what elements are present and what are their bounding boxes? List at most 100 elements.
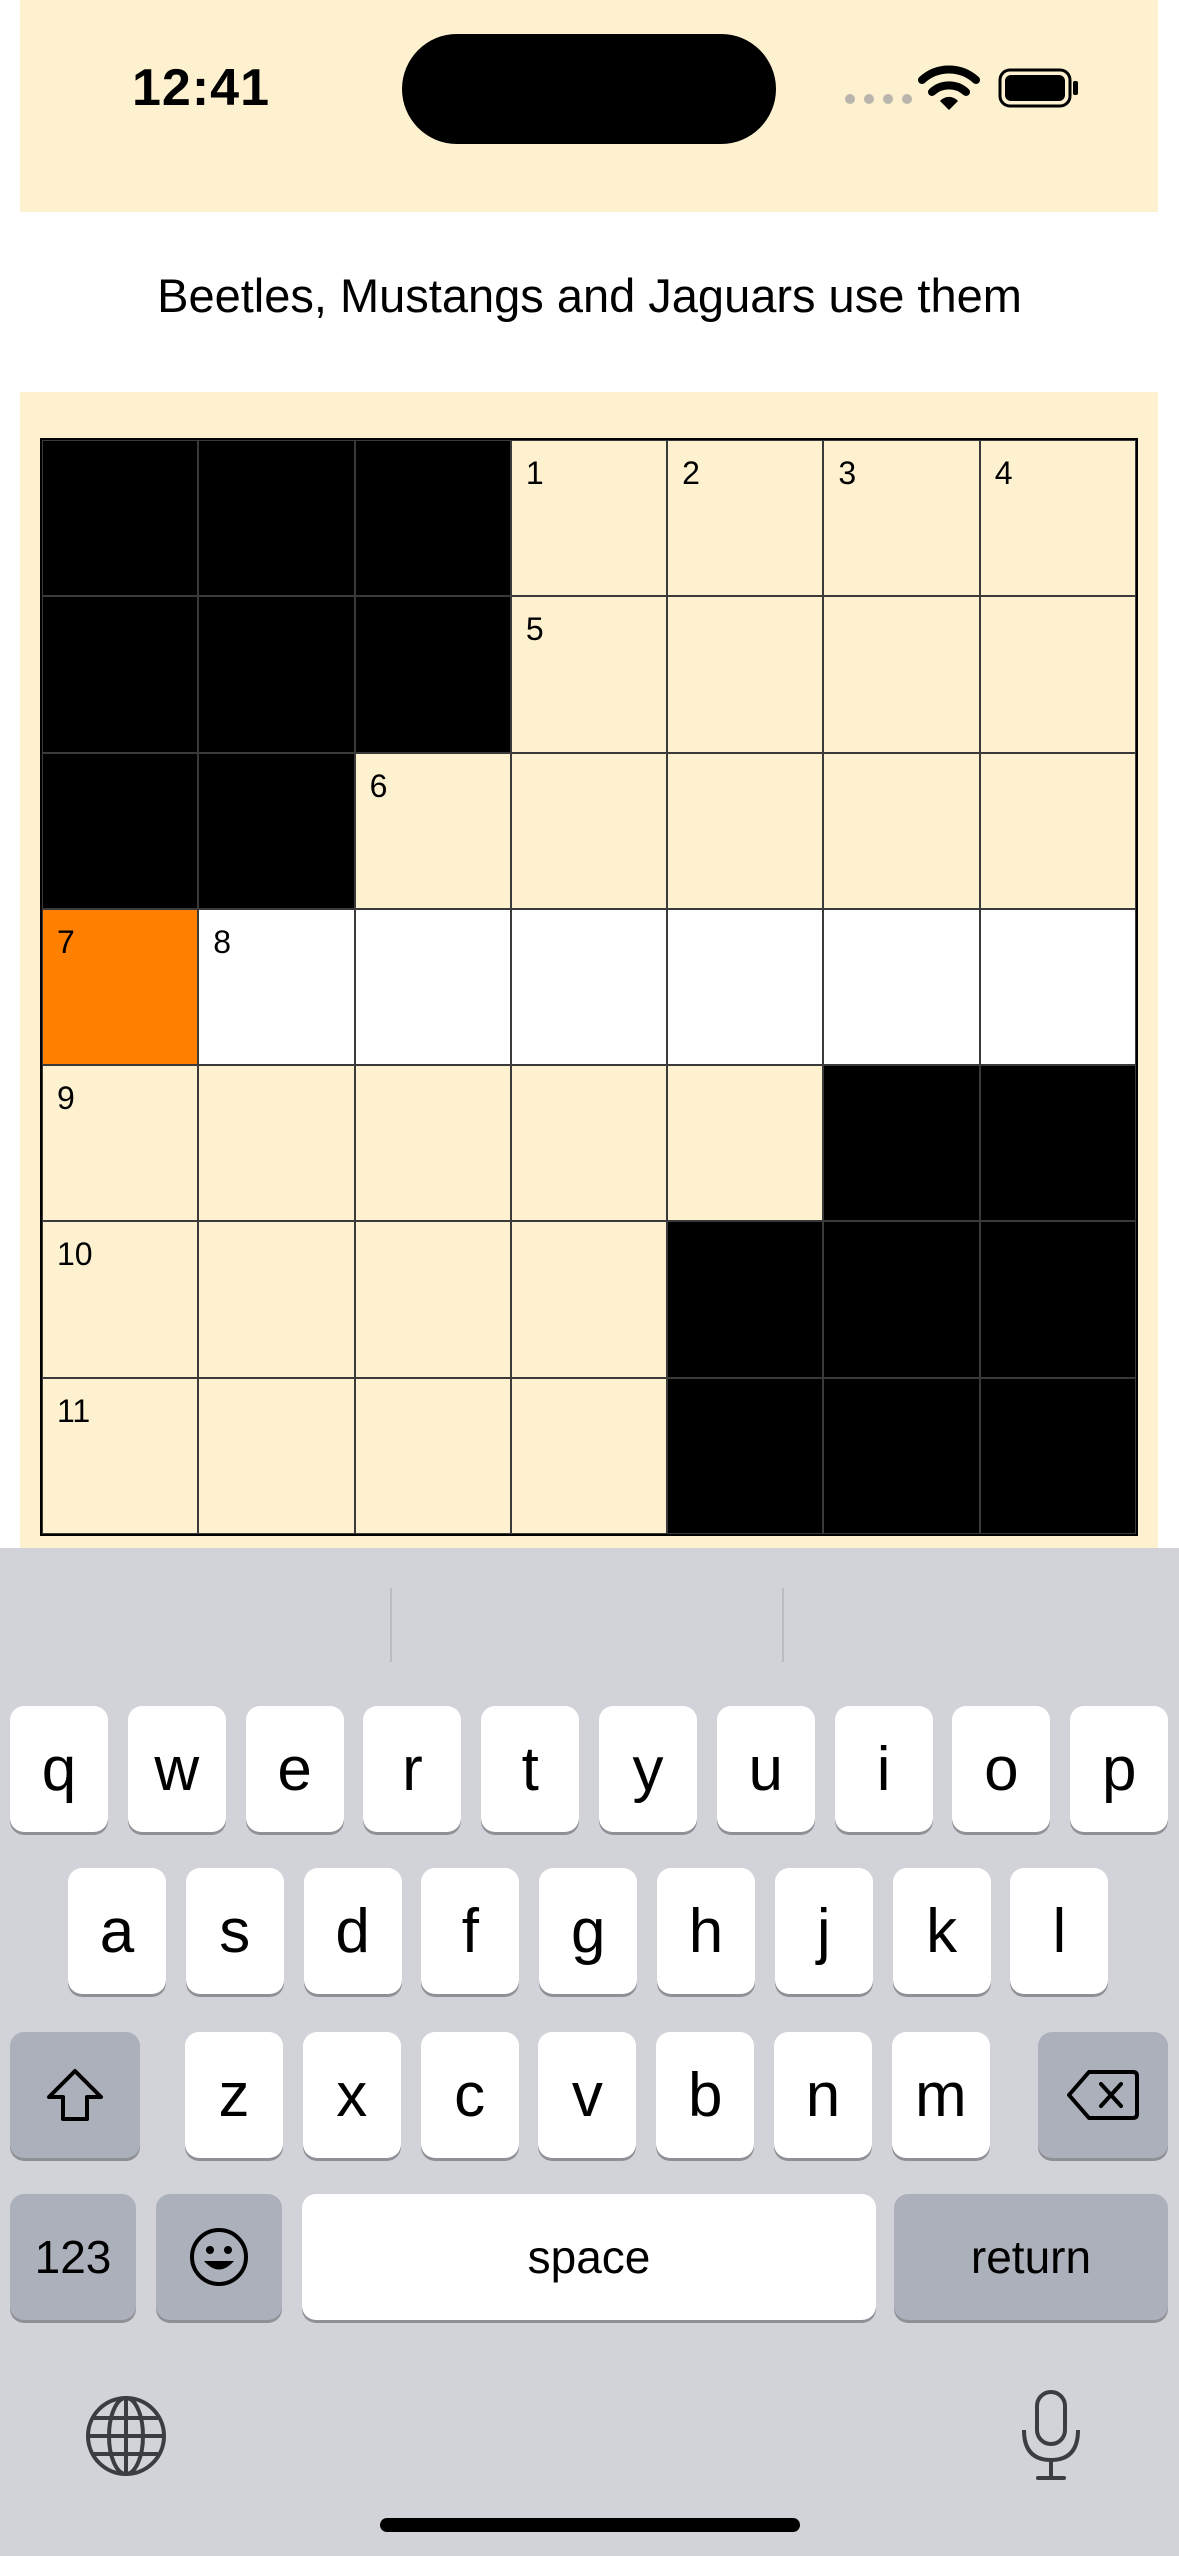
key-l[interactable]: l (1010, 1868, 1109, 1994)
emoji-icon (190, 2228, 248, 2286)
key-q[interactable]: q (10, 1706, 108, 1832)
key-u[interactable]: u (716, 1706, 815, 1832)
grid-block (198, 752, 355, 909)
key-j[interactable]: j (774, 1868, 873, 1994)
grid-cell[interactable] (667, 752, 824, 909)
grid-cell[interactable] (510, 752, 668, 909)
key-c[interactable]: c (420, 2032, 519, 2158)
grid-cell[interactable]: 4 (979, 440, 1136, 597)
grid-cell[interactable] (979, 908, 1136, 1066)
signal-dots-icon (845, 94, 912, 104)
grid-cell-selected[interactable]: 7 (42, 908, 199, 1066)
grid-block (42, 752, 199, 909)
grid-cell[interactable]: 6 (354, 752, 511, 909)
grid-block (354, 596, 511, 753)
grid-cell[interactable]: 8 (198, 908, 355, 1066)
grid-cell[interactable] (667, 596, 824, 753)
grid-block (979, 1065, 1136, 1222)
grid-cell[interactable] (354, 908, 511, 1066)
grid-cell[interactable] (823, 752, 980, 909)
clue-number: 2 (682, 455, 700, 491)
key-e[interactable]: e (245, 1706, 344, 1832)
grid-cell[interactable] (198, 1221, 355, 1378)
grid-cell[interactable]: 9 (42, 1065, 199, 1222)
delete-key[interactable] (1038, 2032, 1168, 2158)
dynamic-island (402, 34, 776, 144)
key-g[interactable]: g (539, 1868, 638, 1994)
battery-icon (998, 68, 1078, 108)
grid-cell[interactable]: 2 (667, 440, 824, 597)
grid-cell[interactable] (979, 596, 1136, 753)
return-key[interactable]: return (894, 2194, 1168, 2320)
key-f[interactable]: f (421, 1868, 520, 1994)
grid-block (354, 440, 511, 597)
clue-number: 6 (369, 767, 388, 804)
clue-number: 3 (838, 455, 857, 491)
grid-block (667, 1377, 824, 1534)
key-t[interactable]: t (481, 1706, 580, 1832)
key-n[interactable]: n (774, 2032, 872, 2158)
key-i[interactable]: i (834, 1706, 933, 1832)
grid-cell[interactable]: 5 (510, 596, 668, 753)
grid-cell[interactable] (979, 752, 1136, 909)
grid-block (823, 1221, 980, 1378)
grid-block (198, 596, 355, 753)
key-w[interactable]: w (127, 1706, 226, 1832)
key-r[interactable]: r (363, 1706, 462, 1832)
grid-block (667, 1221, 824, 1378)
grid-cell[interactable]: 10 (42, 1221, 199, 1378)
grid-cell[interactable] (823, 596, 980, 753)
clue-number: 10 (57, 1236, 93, 1273)
clue-number: 7 (57, 923, 75, 960)
mic-icon[interactable] (1018, 2388, 1084, 2484)
grid-cell[interactable]: 11 (42, 1377, 199, 1534)
key-o[interactable]: o (952, 1706, 1051, 1832)
grid-block (42, 596, 199, 753)
key-s[interactable]: s (185, 1868, 284, 1994)
globe-icon[interactable] (84, 2394, 168, 2478)
key-b[interactable]: b (656, 2032, 755, 2158)
key-v[interactable]: v (538, 2032, 637, 2158)
grid-cell[interactable] (198, 1377, 355, 1534)
grid-cell[interactable] (667, 1065, 824, 1222)
crossword-grid: 1 2 3 4 5 6 7 8 9 10 11 (40, 438, 1138, 1536)
grid-block (42, 440, 199, 597)
grid-cell[interactable] (354, 1221, 511, 1378)
grid-cell[interactable] (354, 1065, 511, 1222)
delete-icon (1067, 2070, 1139, 2120)
key-m[interactable]: m (891, 2032, 990, 2158)
grid-cell[interactable]: 3 (823, 440, 980, 597)
grid-cell[interactable] (667, 908, 824, 1066)
shift-key[interactable] (10, 2032, 140, 2158)
grid-cell[interactable]: 1 (510, 440, 668, 597)
numbers-key[interactable]: 123 (10, 2194, 136, 2320)
grid-cell[interactable] (510, 1065, 668, 1222)
key-x[interactable]: x (302, 2032, 401, 2158)
key-h[interactable]: h (657, 1868, 755, 1994)
key-k[interactable]: k (892, 1868, 991, 1994)
clue-text: Beetles, Mustangs and Jaguars use them (157, 269, 1022, 322)
key-p[interactable]: p (1070, 1706, 1169, 1832)
wifi-icon (918, 65, 980, 110)
grid-block (823, 1377, 980, 1534)
grid-cell[interactable] (510, 1221, 668, 1378)
grid-cell[interactable] (510, 1377, 668, 1534)
clue-number: 1 (525, 455, 544, 491)
space-key[interactable]: space (302, 2194, 876, 2320)
clue-number: 8 (213, 923, 232, 960)
clue-number: 9 (57, 1080, 75, 1117)
key-y[interactable]: y (599, 1706, 697, 1832)
key-a[interactable]: a (68, 1868, 166, 1994)
home-indicator (380, 2518, 800, 2532)
grid-cell[interactable] (823, 908, 980, 1066)
suggestion-divider (390, 1588, 392, 1662)
grid-block (979, 1377, 1136, 1534)
status-time: 12:41 (132, 59, 270, 117)
clue-number: 4 (994, 455, 1013, 491)
grid-cell[interactable] (510, 908, 668, 1066)
emoji-key[interactable] (156, 2194, 282, 2320)
key-d[interactable]: d (303, 1868, 402, 1994)
grid-cell[interactable] (198, 1065, 355, 1222)
key-z[interactable]: z (185, 2032, 283, 2158)
grid-cell[interactable] (354, 1377, 511, 1534)
